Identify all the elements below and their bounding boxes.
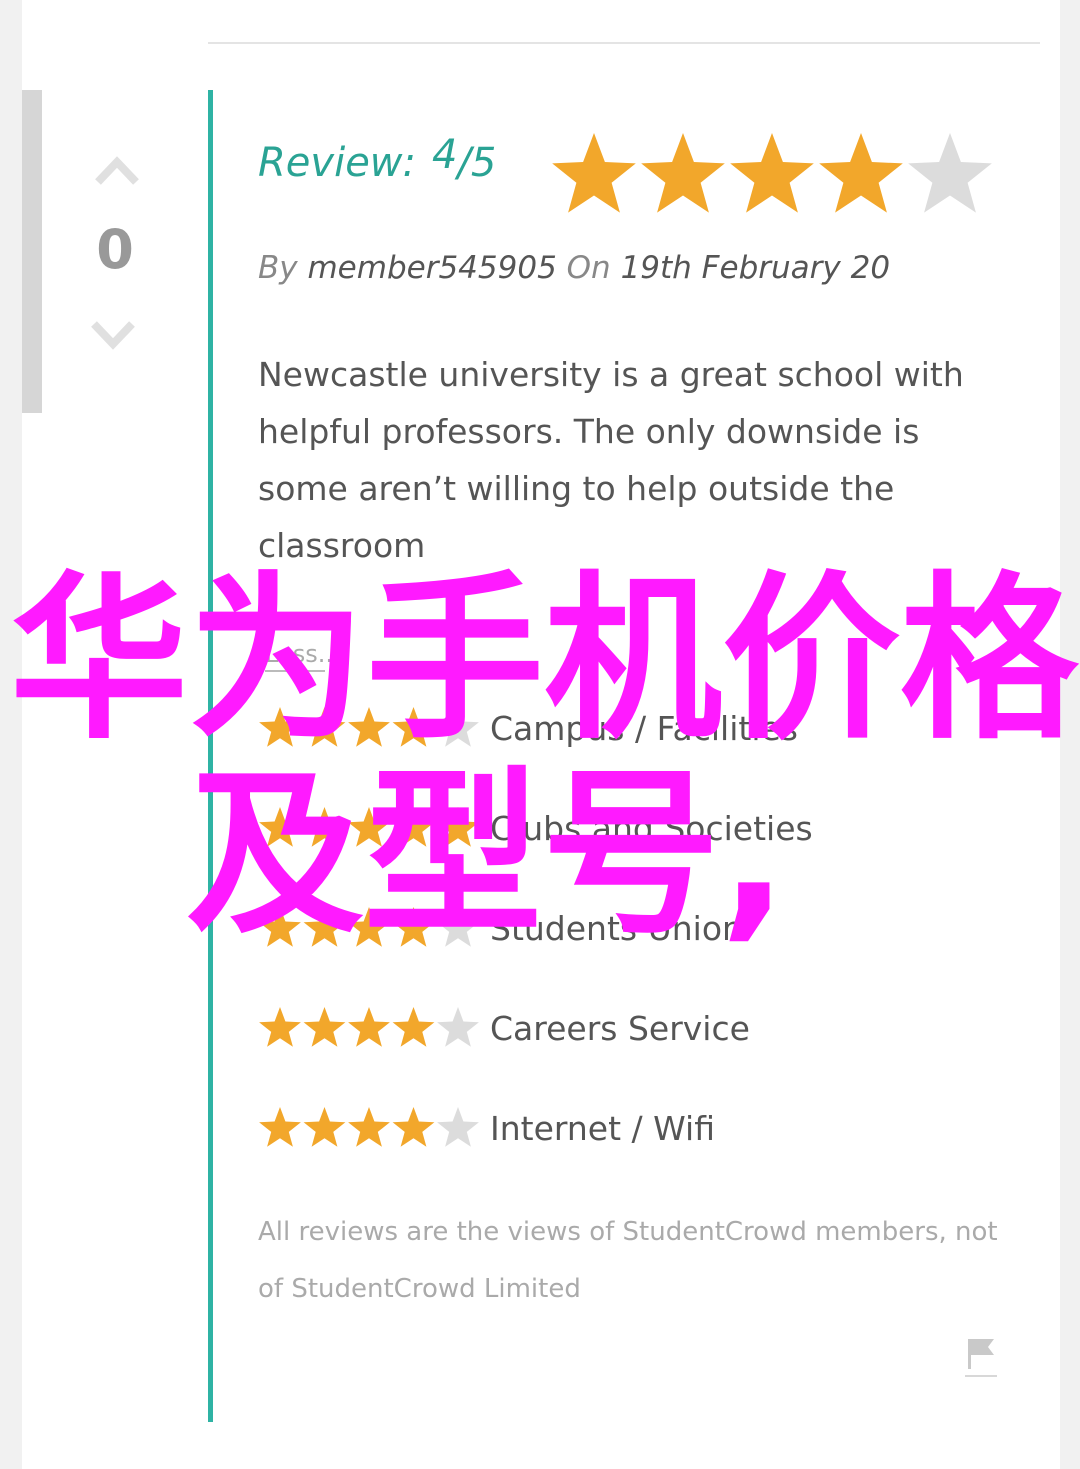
category-label: Careers Service <box>490 1009 750 1048</box>
chevron-up-icon[interactable] <box>94 150 140 190</box>
review-label: Review: <box>258 140 416 186</box>
star-icon <box>348 1107 390 1147</box>
star-icon <box>259 1107 301 1147</box>
by-prefix: By <box>258 250 298 286</box>
star-icon <box>348 1007 390 1047</box>
review-date: 19th February 20 <box>620 250 891 286</box>
star-icon <box>641 133 725 213</box>
category-stars <box>259 1107 479 1147</box>
disclaimer: All reviews are the views of StudentCrow… <box>258 1217 998 1304</box>
vote-count: 0 <box>96 218 134 281</box>
review-byline: By member545905 On 19th February 20 <box>258 250 890 286</box>
chevron-down-icon[interactable] <box>90 314 136 354</box>
review-author[interactable]: member545905 <box>307 250 556 286</box>
overlay-text-line2: 及型号, <box>186 751 788 958</box>
star-icon <box>437 1007 479 1047</box>
flag-icon[interactable] <box>965 1335 997 1379</box>
star-icon <box>437 1107 479 1147</box>
review-score-max: /5 <box>457 140 497 186</box>
star-icon <box>259 1007 301 1047</box>
review-score-value: 4 <box>432 132 458 178</box>
on-prefix: On <box>566 250 611 286</box>
vote-bar <box>22 90 42 413</box>
star-icon <box>552 133 636 213</box>
star-icon <box>392 1007 435 1047</box>
star-icon <box>730 133 814 213</box>
star-icon <box>392 1107 435 1147</box>
star-icon <box>819 133 903 213</box>
category-stars <box>259 1007 479 1047</box>
top-divider <box>208 42 1040 44</box>
review-text: Newcastle university is a great school w… <box>258 355 964 565</box>
star-icon <box>908 133 992 213</box>
overall-rating-stars <box>552 133 992 213</box>
star-icon <box>303 1107 346 1147</box>
star-icon <box>303 1007 346 1047</box>
review-score: Review: 4/5 <box>258 132 497 186</box>
overlay-text-line1: 华为手机价格 <box>10 556 1078 763</box>
category-label: Internet / Wifi <box>490 1109 715 1148</box>
